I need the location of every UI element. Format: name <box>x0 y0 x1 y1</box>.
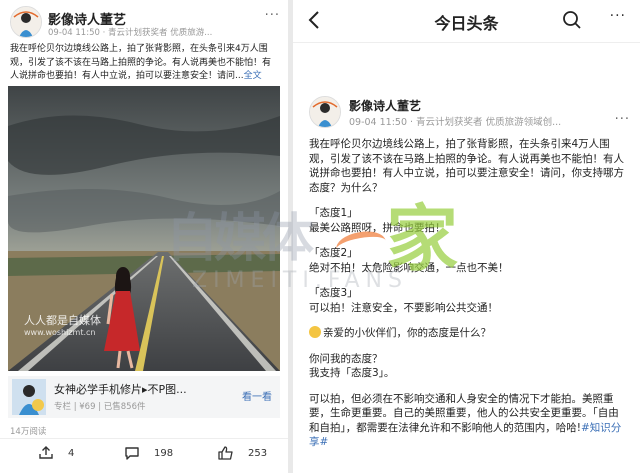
comment-icon <box>125 447 139 460</box>
divider <box>0 438 288 439</box>
watermark-logo-text: 自媒体 <box>166 209 314 269</box>
course-card[interactable]: 女神必学手机修片▸不P图... 专栏 | ¥69 | 已售856件 看一看 <box>8 376 280 418</box>
search-icon[interactable] <box>562 10 582 34</box>
post-meta: 09-04 11:50 · 青云计划获奖者 优质旅游领域创... <box>349 117 562 128</box>
my-attitude-answer: 我支持「态度3」。 <box>309 367 395 379</box>
conclusion-paragraph: 可以拍，但必须在不影响交通和人身安全的情况下才能拍。美照重要，生命更重要。自己的… <box>309 392 627 450</box>
article-paragraph: 我在呼伦贝尔边境线公路上，拍了张背影照，在头条引来4万人围观，引发了该不该在马路… <box>309 138 624 194</box>
more-dots-icon[interactable]: ··· <box>615 112 630 127</box>
question-text: 亲爱的小伙伴们，你的态度是什么？ <box>323 327 491 339</box>
action-bar: 4 198 253 <box>0 446 288 466</box>
thinking-emoji-icon <box>309 326 321 338</box>
more-dots-icon[interactable]: ··· <box>265 8 280 23</box>
post-meta: 09-04 11:50 · 青云计划获奖者 优质旅游... <box>48 28 213 38</box>
course-title: 女神必学手机修片▸不P图... <box>54 383 187 396</box>
author-avatar[interactable] <box>309 96 341 128</box>
expand-full-text-link[interactable]: 全文 <box>244 71 262 81</box>
like-count: 253 <box>248 447 268 459</box>
article-body: 我在呼伦贝尔边境线公路上，拍了张背影照，在头条引来4万人围观，引发了该不该在马路… <box>309 137 627 450</box>
author-name[interactable]: 影像诗人董艺 <box>349 97 421 114</box>
read-count: 14万阅读 <box>10 427 47 437</box>
comment-count: 198 <box>154 447 174 459</box>
top-nav-bar: 今日头条 ··· <box>293 0 640 43</box>
my-attitude-question: 你问我的态度？ <box>309 352 383 365</box>
share-icon <box>39 446 53 459</box>
watermark-url: www.woshizmt.cn <box>24 328 96 337</box>
post-text: 我在呼伦贝尔边境线公路上，拍了张背影照，在头条引来4万人围观，引发了该不该在马路… <box>10 44 272 81</box>
view-course-button[interactable]: 看一看 <box>242 388 272 403</box>
watermark-domain: ZIMEITI.FANS <box>192 268 408 293</box>
more-dots-icon[interactable]: ··· <box>610 8 626 24</box>
post-header: 影像诗人董艺 09-04 11:50 · 青云计划获奖者 优质旅游... ··· <box>10 6 280 38</box>
question-line: 亲爱的小伙伴们，你的态度是什么？ <box>309 326 627 341</box>
conclusion-text: 可以拍，但必须在不影响交通和人身安全的情况下才能拍。美照重要，生命更重要。自己的… <box>309 392 619 434</box>
watermark-text: 人人都是自媒体 <box>24 314 101 327</box>
share-count: 4 <box>68 447 75 459</box>
nav-title: 今日头条 <box>434 14 499 33</box>
like-button[interactable]: 253 <box>218 446 267 460</box>
course-thumbnail <box>12 379 46 415</box>
author-avatar[interactable] <box>10 6 42 38</box>
comment-button[interactable]: 198 <box>124 446 173 460</box>
post-body: 我在呼伦贝尔边境线公路上，拍了张背影照，在头条引来4万人围观，引发了该不该在马路… <box>10 43 278 84</box>
thumbs-up-icon <box>218 446 233 460</box>
attitude-3-text: 可以拍！注意安全，不要影响公共交通！ <box>309 301 498 314</box>
attitude-1-label: 「态度1」 <box>309 207 358 219</box>
course-subtitle: 专栏 | ¥69 | 已售856件 <box>54 402 146 412</box>
share-button[interactable]: 4 <box>38 446 74 460</box>
